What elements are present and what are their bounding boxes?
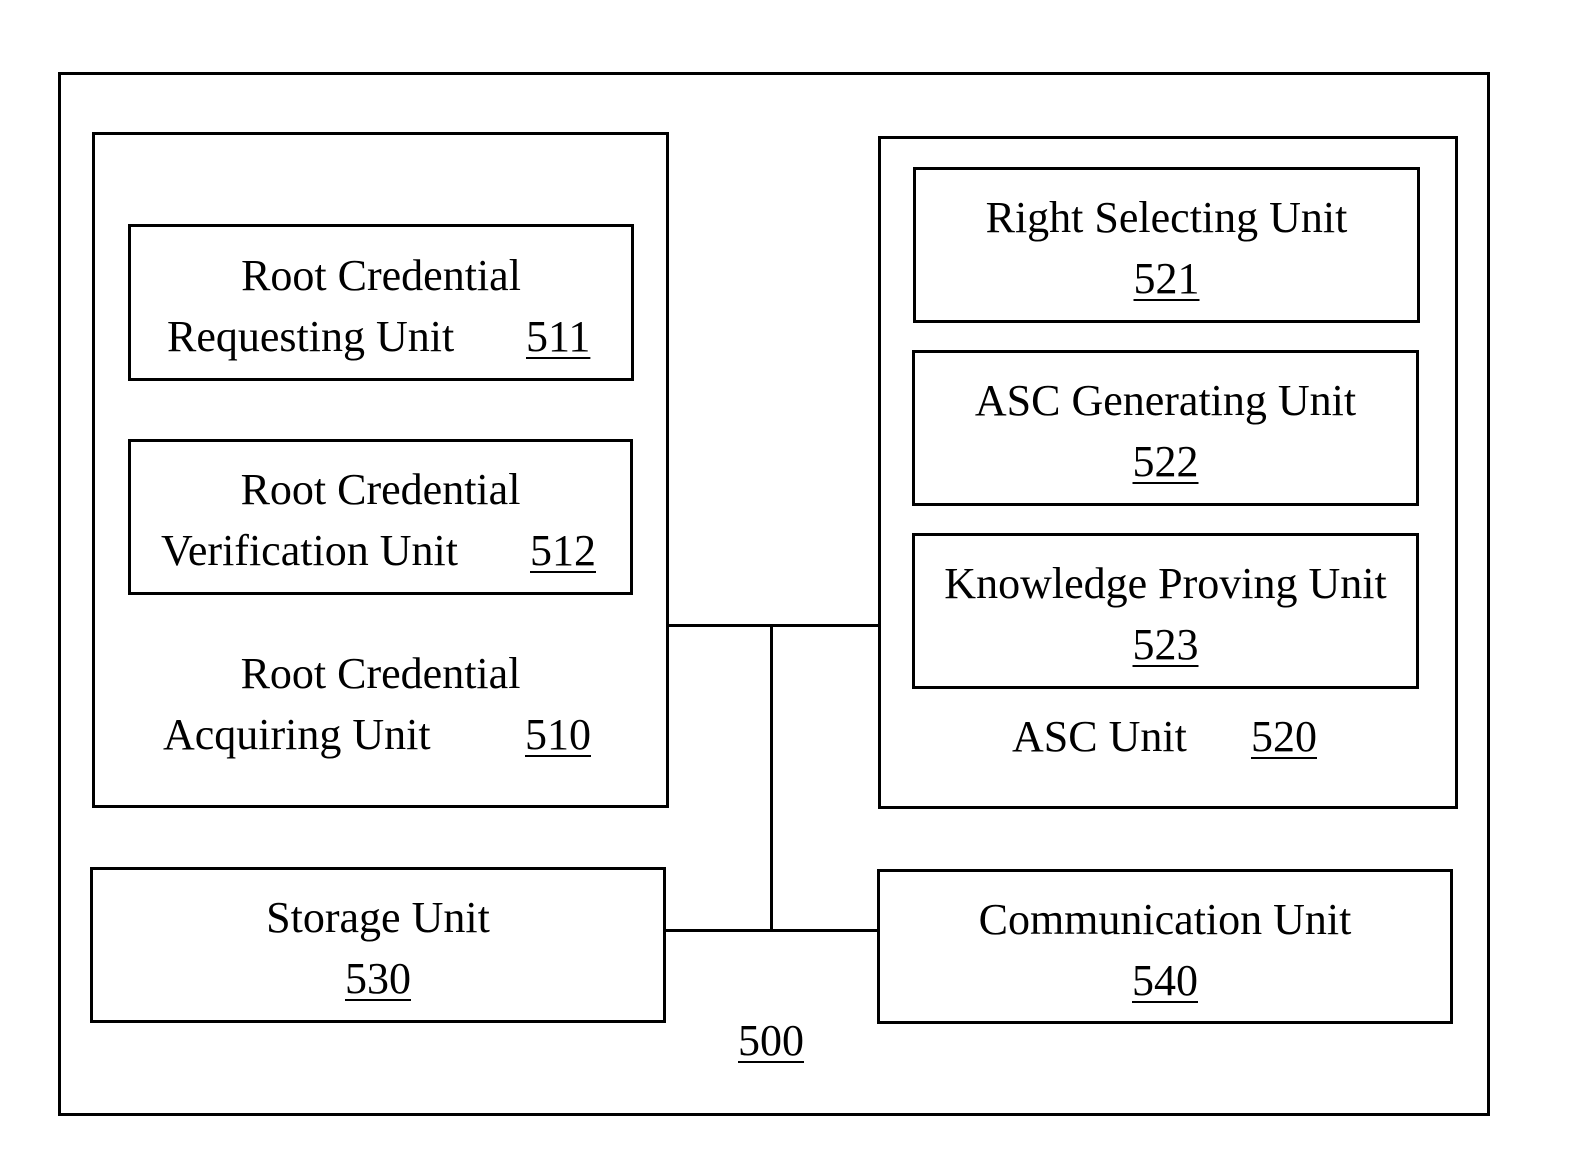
unit-512-line1: Root Credential [240,465,521,514]
unit-510-ref: 510 [525,710,591,759]
unit-511-ref: 511 [526,312,591,361]
unit-510-line1: Root Credential [240,649,521,698]
unit-521-label: Right Selecting Unit [985,193,1348,242]
unit-520-label: ASC Unit [1012,712,1187,761]
connector-530-540 [664,929,880,932]
unit-511-line1: Root Credential [241,251,521,300]
unit-511-line2: Requesting Unit [167,312,455,361]
unit-540-ref: 540 [1132,956,1198,1005]
connector-510-520 [666,624,880,627]
unit-512-ref: 512 [530,526,596,575]
unit-521-ref: 521 [1133,254,1200,303]
unit-540-label: Communication Unit [978,895,1352,944]
connector-vertical-bus [770,624,773,932]
unit-530-label: Storage Unit [266,893,490,942]
unit-522-label: ASC Generating Unit [974,376,1357,425]
unit-512-line2: Verification Unit [161,526,458,575]
unit-530-ref: 530 [345,954,411,1003]
unit-523-ref: 523 [1132,620,1199,669]
device-500-ref: 500 [738,1016,804,1065]
unit-522-ref: 522 [1132,437,1199,486]
unit-510-line2: Acquiring Unit [163,710,431,759]
unit-520-ref: 520 [1251,712,1317,761]
unit-523-label: Knowledge Proving Unit [944,559,1387,608]
